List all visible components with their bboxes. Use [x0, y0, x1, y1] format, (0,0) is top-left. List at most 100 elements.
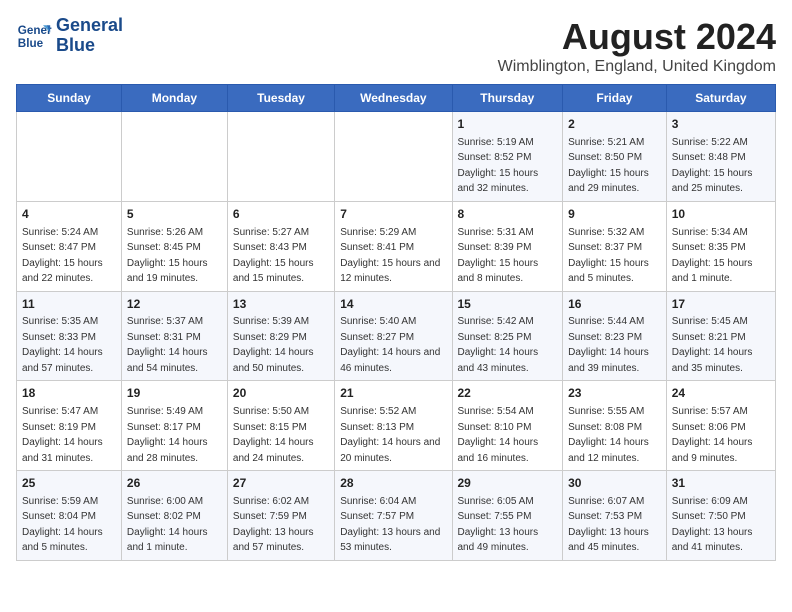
day-number: 10: [672, 206, 770, 223]
logo: General Blue General Blue: [16, 16, 123, 56]
calendar-cell: 26 Sunrise: 6:00 AMSunset: 8:02 PMDayligh…: [121, 471, 227, 561]
day-info: Sunrise: 5:31 AMSunset: 8:39 PMDaylight:…: [458, 227, 539, 285]
day-number: 2: [568, 116, 661, 133]
day-number: 11: [22, 296, 116, 313]
day-number: 13: [233, 296, 329, 313]
calendar-cell: 15Sunrise: 5:42 AMSunset: 8:25 PMDayligh…: [452, 291, 563, 381]
day-info: Sunrise: 5:37 AMSunset: 8:31 PMDaylight:…: [127, 316, 208, 374]
day-info: Sunrise: 6:05 AMSunset: 7:55 PMDaylight:…: [458, 496, 539, 554]
day-header-thursday: Thursday: [452, 85, 563, 112]
day-number: 25: [22, 475, 116, 492]
day-number: 5: [127, 206, 222, 223]
day-number: 12: [127, 296, 222, 313]
calendar-cell: 10 Sunrise: 5:34 AMSunset: 8:35 PMDayligh…: [666, 201, 775, 291]
day-info: Sunrise: 5:49 AMSunset: 8:17 PMDaylight:…: [127, 406, 208, 464]
day-header-saturday: Saturday: [666, 85, 775, 112]
day-info: Sunrise: 6:00 AMSunset: 8:02 PMDaylight:…: [127, 496, 208, 554]
day-number: 7: [340, 206, 446, 223]
day-info: Sunrise: 5:24 AMSunset: 8:47 PMDaylight:…: [22, 227, 103, 285]
day-number: 9: [568, 206, 661, 223]
day-number: 1: [458, 116, 558, 133]
day-info: Sunrise: 5:40 AMSunset: 8:27 PMDaylight:…: [340, 316, 440, 374]
day-number: 23: [568, 385, 661, 402]
calendar-cell: 14 Sunrise: 5:40 AMSunset: 8:27 PMDayligh…: [335, 291, 452, 381]
day-header-sunday: Sunday: [17, 85, 122, 112]
day-info: Sunrise: 5:45 AMSunset: 8:21 PMDaylight:…: [672, 316, 753, 374]
day-number: 31: [672, 475, 770, 492]
calendar-cell: 23 Sunrise: 5:55 AMSunset: 8:08 PMDayligh…: [563, 381, 667, 471]
calendar-cell: 31Sunrise: 6:09 AMSunset: 7:50 PMDayligh…: [666, 471, 775, 561]
day-number: 21: [340, 385, 446, 402]
day-info: Sunrise: 5:27 AMSunset: 8:43 PMDaylight:…: [233, 227, 314, 285]
calendar-cell: 19 Sunrise: 5:49 AMSunset: 8:17 PMDayligh…: [121, 381, 227, 471]
day-number: 27: [233, 475, 329, 492]
week-row-3: 11 Sunrise: 5:35 AMSunset: 8:33 PMDayligh…: [17, 291, 776, 381]
day-number: 3: [672, 116, 770, 133]
calendar-cell: 17 Sunrise: 5:45 AMSunset: 8:21 PMDayligh…: [666, 291, 775, 381]
day-info: Sunrise: 5:47 AMSunset: 8:19 PMDaylight:…: [22, 406, 103, 464]
calendar-cell: 2 Sunrise: 5:21 AMSunset: 8:50 PMDaylight…: [563, 112, 667, 202]
header: General Blue General Blue August 2024 Wi…: [16, 16, 776, 76]
day-header-wednesday: Wednesday: [335, 85, 452, 112]
day-number: 28: [340, 475, 446, 492]
calendar-cell: 1Sunrise: 5:19 AMSunset: 8:52 PMDaylight…: [452, 112, 563, 202]
day-number: 16: [568, 296, 661, 313]
calendar-cell: 29 Sunrise: 6:05 AMSunset: 7:55 PMDayligh…: [452, 471, 563, 561]
day-number: 20: [233, 385, 329, 402]
calendar-cell: 6 Sunrise: 5:27 AMSunset: 8:43 PMDaylight…: [227, 201, 334, 291]
calendar-cell: 5 Sunrise: 5:26 AMSunset: 8:45 PMDaylight…: [121, 201, 227, 291]
week-row-5: 25 Sunrise: 5:59 AMSunset: 8:04 PMDayligh…: [17, 471, 776, 561]
day-info: Sunrise: 5:29 AMSunset: 8:41 PMDaylight:…: [340, 227, 440, 285]
day-info: Sunrise: 5:54 AMSunset: 8:10 PMDaylight:…: [458, 406, 539, 464]
day-number: 30: [568, 475, 661, 492]
calendar-cell: 28Sunrise: 6:04 AMSunset: 7:57 PMDayligh…: [335, 471, 452, 561]
calendar-cell: 3Sunrise: 5:22 AMSunset: 8:48 PMDaylight…: [666, 112, 775, 202]
day-header-monday: Monday: [121, 85, 227, 112]
calendar-cell: 9 Sunrise: 5:32 AMSunset: 8:37 PMDaylight…: [563, 201, 667, 291]
day-info: Sunrise: 5:35 AMSunset: 8:33 PMDaylight:…: [22, 316, 103, 374]
day-info: Sunrise: 6:02 AMSunset: 7:59 PMDaylight:…: [233, 496, 314, 554]
day-info: Sunrise: 5:57 AMSunset: 8:06 PMDaylight:…: [672, 406, 753, 464]
day-number: 22: [458, 385, 558, 402]
calendar-cell: [121, 112, 227, 202]
calendar-cell: [17, 112, 122, 202]
day-number: 29: [458, 475, 558, 492]
calendar-cell: 13 Sunrise: 5:39 AMSunset: 8:29 PMDayligh…: [227, 291, 334, 381]
calendar-cell: 27 Sunrise: 6:02 AMSunset: 7:59 PMDayligh…: [227, 471, 334, 561]
logo-text: General Blue: [56, 16, 123, 56]
day-number: 18: [22, 385, 116, 402]
day-number: 26: [127, 475, 222, 492]
day-info: Sunrise: 5:26 AMSunset: 8:45 PMDaylight:…: [127, 227, 208, 285]
calendar-cell: 7 Sunrise: 5:29 AMSunset: 8:41 PMDaylight…: [335, 201, 452, 291]
calendar-cell: 11 Sunrise: 5:35 AMSunset: 8:33 PMDayligh…: [17, 291, 122, 381]
calendar-cell: 30Sunrise: 6:07 AMSunset: 7:53 PMDayligh…: [563, 471, 667, 561]
day-number: 14: [340, 296, 446, 313]
calendar-cell: [227, 112, 334, 202]
calendar-cell: 4Sunrise: 5:24 AMSunset: 8:47 PMDaylight…: [17, 201, 122, 291]
day-info: Sunrise: 5:34 AMSunset: 8:35 PMDaylight:…: [672, 227, 753, 285]
day-number: 19: [127, 385, 222, 402]
calendar-cell: 8Sunrise: 5:31 AMSunset: 8:39 PMDaylight…: [452, 201, 563, 291]
day-info: Sunrise: 5:59 AMSunset: 8:04 PMDaylight:…: [22, 496, 103, 554]
calendar-table: SundayMondayTuesdayWednesdayThursdayFrid…: [16, 84, 776, 561]
day-info: Sunrise: 5:32 AMSunset: 8:37 PMDaylight:…: [568, 227, 649, 285]
calendar-cell: 20Sunrise: 5:50 AMSunset: 8:15 PMDayligh…: [227, 381, 334, 471]
calendar-body: 1Sunrise: 5:19 AMSunset: 8:52 PMDaylight…: [17, 112, 776, 561]
calendar-cell: 24 Sunrise: 5:57 AMSunset: 8:06 PMDayligh…: [666, 381, 775, 471]
day-info: Sunrise: 5:21 AMSunset: 8:50 PMDaylight:…: [568, 137, 649, 195]
subtitle: Wimblington, England, United Kingdom: [498, 58, 776, 76]
day-info: Sunrise: 5:39 AMSunset: 8:29 PMDaylight:…: [233, 316, 314, 374]
calendar-cell: 18 Sunrise: 5:47 AMSunset: 8:19 PMDayligh…: [17, 381, 122, 471]
day-number: 24: [672, 385, 770, 402]
day-info: Sunrise: 5:44 AMSunset: 8:23 PMDaylight:…: [568, 316, 649, 374]
day-number: 6: [233, 206, 329, 223]
day-info: Sunrise: 5:55 AMSunset: 8:08 PMDaylight:…: [568, 406, 649, 464]
calendar-cell: [335, 112, 452, 202]
day-number: 15: [458, 296, 558, 313]
day-number: 17: [672, 296, 770, 313]
calendar-cell: 12 Sunrise: 5:37 AMSunset: 8:31 PMDayligh…: [121, 291, 227, 381]
calendar-cell: 16 Sunrise: 5:44 AMSunset: 8:23 PMDayligh…: [563, 291, 667, 381]
logo-icon: General Blue: [16, 18, 52, 54]
week-row-4: 18 Sunrise: 5:47 AMSunset: 8:19 PMDayligh…: [17, 381, 776, 471]
calendar-cell: 25 Sunrise: 5:59 AMSunset: 8:04 PMDayligh…: [17, 471, 122, 561]
